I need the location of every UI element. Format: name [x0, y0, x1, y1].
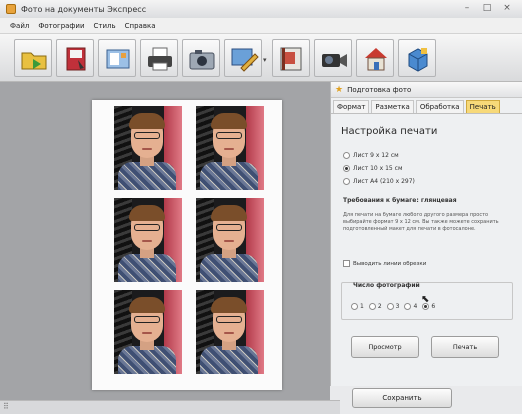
tab-layout[interactable]: Разметка [371, 100, 414, 113]
tab-print[interactable]: Печать [465, 100, 500, 113]
edit-button[interactable] [224, 39, 262, 77]
print-hint: Для печати на бумаге любого другого разм… [343, 212, 499, 232]
open-photo-button[interactable] [14, 39, 52, 77]
radio-button[interactable] [343, 178, 350, 185]
menu-help[interactable]: Справка [125, 22, 156, 30]
tab-format[interactable]: Формат [333, 100, 370, 113]
save-button[interactable]: Сохранить [352, 388, 452, 408]
app-window: Фото на документы Экспресс – □ × Файл Фо… [0, 0, 522, 414]
cut-lines-option[interactable]: Выводить линии обрезки [343, 260, 426, 267]
radio-button[interactable] [343, 152, 350, 159]
checkbox[interactable] [343, 260, 350, 267]
edit-icon [231, 48, 259, 72]
count-option-3[interactable]: 3 [386, 303, 400, 310]
paper-option-label: Лист 10 x 15 см [353, 165, 403, 172]
preview-button[interactable]: Просмотр [351, 336, 419, 358]
photo-thumbnail [196, 198, 264, 282]
video-button[interactable] [314, 39, 352, 77]
menu-bar: Файл Фотографии Стиль Справка [0, 18, 522, 34]
photo-thumbnail [196, 290, 264, 374]
title-bar: Фото на документы Экспресс – □ × [0, 0, 522, 18]
count-label: 2 [377, 303, 382, 310]
count-label: 1 [360, 303, 364, 310]
photo-thumbnail [196, 106, 264, 190]
panel-header: ★ Подготовка фото [331, 82, 522, 98]
home-icon [365, 48, 387, 71]
paper-option-label: Лист 9 x 12 см [353, 152, 399, 159]
paper-option-10x15[interactable]: Лист 10 x 15 см [343, 165, 402, 172]
template-button[interactable] [98, 39, 136, 77]
preview-area [0, 82, 330, 400]
star-icon: ★ [335, 84, 344, 95]
photo-count-title: Число фотографий [353, 282, 420, 289]
radio-button[interactable] [351, 303, 358, 310]
count-label: 4 [413, 303, 418, 310]
mouse-cursor-icon: ⬉ [421, 294, 430, 305]
camera-icon [189, 50, 215, 70]
count-label: 3 [395, 303, 400, 310]
photo-thumbnail [114, 290, 182, 374]
window-title: Фото на документы Экспресс [21, 4, 147, 14]
count-option-1[interactable]: 1 [351, 303, 364, 310]
save-icon [66, 47, 86, 71]
template-icon [106, 49, 130, 69]
print-sheet-preview [92, 100, 282, 390]
chevron-down-icon[interactable]: ▾ [263, 56, 267, 64]
photo-thumbnail [114, 198, 182, 282]
box-icon [408, 48, 428, 72]
maximize-button[interactable]: □ [480, 2, 494, 15]
toolbar: ▾ [0, 34, 522, 82]
photo-thumbnail [114, 106, 182, 190]
paper-option-9x12[interactable]: Лист 9 x 12 см [343, 152, 399, 159]
radio-button[interactable] [386, 303, 394, 310]
tab-processing[interactable]: Обработка [415, 100, 464, 113]
count-option-4[interactable]: 4 [404, 303, 417, 310]
resize-grip-icon[interactable]: ⠿ [3, 402, 9, 411]
count-label: 6 [431, 303, 436, 310]
count-option-2[interactable]: 2 [368, 303, 382, 310]
video-camera-icon [322, 54, 347, 67]
book-button[interactable] [272, 39, 310, 77]
photo-prep-panel: ★ Подготовка фото Формат Разметка Обрабо… [330, 82, 522, 386]
status-bar [0, 400, 340, 414]
app-icon [6, 4, 16, 14]
save-photo-button[interactable] [56, 39, 94, 77]
open-folder-icon [21, 52, 47, 70]
menu-file[interactable]: Файл [10, 22, 29, 30]
paper-requirement: Требования к бумаге: глянцевая [343, 197, 457, 204]
window-controls: – □ × [460, 2, 514, 15]
paper-option-label: Лист А4 (210 x 297) [353, 178, 415, 185]
radio-button[interactable] [404, 303, 412, 310]
menu-photos[interactable]: Фотографии [38, 22, 84, 30]
panel-tabs: Формат Разметка Обработка Печать [331, 100, 522, 114]
radio-button-selected[interactable] [343, 165, 350, 172]
print-action-button[interactable]: Печать [431, 336, 499, 358]
print-button[interactable] [140, 39, 178, 77]
camera-button[interactable] [182, 39, 220, 77]
minimize-button[interactable]: – [460, 2, 474, 15]
close-button[interactable]: × [500, 2, 514, 15]
menu-style[interactable]: Стиль [94, 22, 116, 30]
print-settings-title: Настройка печати [341, 126, 438, 137]
radio-button[interactable] [368, 303, 376, 310]
book-icon [280, 47, 302, 71]
box-button[interactable] [398, 39, 436, 77]
home-button[interactable] [356, 39, 394, 77]
panel-title: Подготовка фото [347, 85, 412, 94]
paper-option-a4[interactable]: Лист А4 (210 x 297) [343, 178, 415, 185]
cut-lines-label: Выводить линии обрезки [353, 260, 427, 267]
printer-icon [148, 47, 172, 71]
